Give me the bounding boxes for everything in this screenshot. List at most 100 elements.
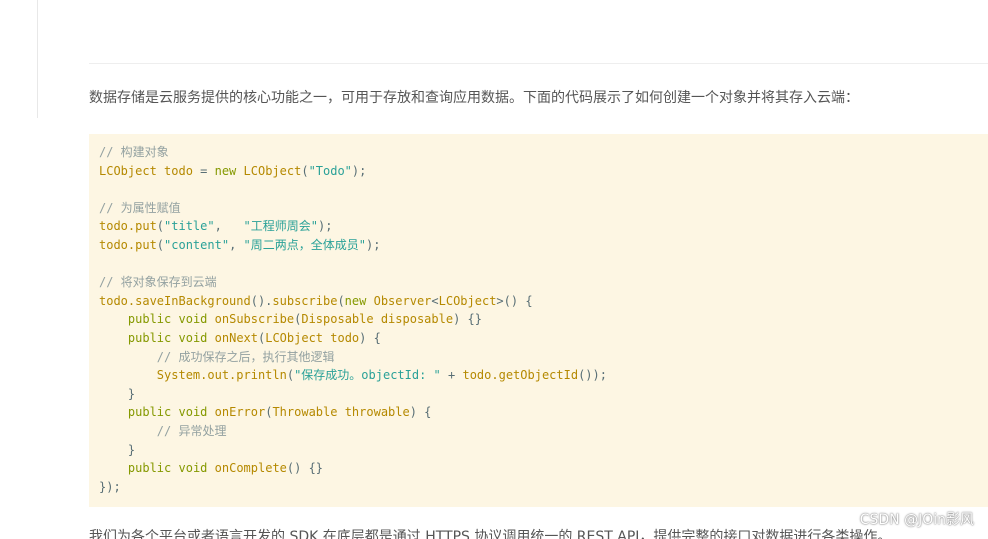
code-token-ident: todo.saveInBackground xyxy=(99,293,251,308)
code-line: todo.saveInBackground().subscribe(new Ob… xyxy=(99,292,978,311)
code-token-keyword: public xyxy=(127,405,172,420)
code-token-plain: < xyxy=(431,293,439,308)
code-token-comment: // 成功保存之后，执行其他逻辑 xyxy=(156,349,335,364)
code-token-comment: // 为属性赋值 xyxy=(99,200,181,215)
code-token-keyword: public xyxy=(127,330,172,345)
code-token-ident: onComplete xyxy=(214,461,287,476)
code-token-plain: ) { xyxy=(359,330,381,345)
code-token-ident: LCObject todo xyxy=(265,330,360,345)
intro-paragraph: 数据存储是云服务提供的核心功能之一，可用于存放和查询应用数据。下面的代码展示了如… xyxy=(89,90,859,106)
section-divider xyxy=(89,63,988,64)
code-token-string: "content" xyxy=(164,237,230,252)
code-token-keyword: public xyxy=(127,461,172,476)
code-token-plain: , xyxy=(214,219,244,234)
code-token-ident: Observer xyxy=(373,293,432,308)
left-divider xyxy=(37,0,38,118)
code-line: public void onComplete() {} xyxy=(99,459,978,478)
code-token-ident: onNext xyxy=(214,330,258,345)
code-token-ident: Disposable disposable xyxy=(301,312,454,327)
code-token-comment: // 将对象保存到云端 xyxy=(99,275,217,290)
code-block[interactable]: // 构建对象 LCObject todo = new LCObject("Tod… xyxy=(89,134,988,507)
code-token-ident: todo.getObjectId xyxy=(462,368,579,383)
code-token-ident: LCObject xyxy=(438,293,497,308)
code-line: public void onError(Throwable throwable)… xyxy=(99,403,978,422)
code-token-plain: + xyxy=(440,368,463,383)
code-token-plain: ( xyxy=(156,219,165,234)
code-token-string: "周二两点，全体成员" xyxy=(243,237,366,252)
code-token-plain: ( xyxy=(286,368,295,383)
code-line: // 将对象保存到云端 xyxy=(99,273,978,292)
code-token-ident: onError xyxy=(214,405,266,420)
code-token-plain: >() { xyxy=(496,293,533,308)
code-token-plain: ); xyxy=(365,237,381,252)
code-line: // 构建对象 xyxy=(99,143,978,162)
code-token-ident: Throwable throwable xyxy=(272,405,410,420)
code-token-string: "title" xyxy=(164,219,215,234)
code-line: LCObject todo = new LCObject("Todo"); xyxy=(99,162,978,181)
code-line: public void onNext(LCObject todo) { xyxy=(99,329,978,348)
code-token-plain: (). xyxy=(250,293,273,308)
code-token-keyword: new xyxy=(344,293,367,308)
code-token-plain: ()); xyxy=(578,368,607,383)
code-line: // 成功保存之后，执行其他逻辑 xyxy=(99,348,978,367)
article-page: 数据存储是云服务提供的核心功能之一，可用于存放和查询应用数据。下面的代码展示了如… xyxy=(0,0,988,539)
next-paragraph: 我们为各个平台或者语言开发的 SDK 在底层都是通过 HTTPS 协议调用统一的… xyxy=(89,529,892,539)
code-token-string: "工程师周会" xyxy=(243,219,318,234)
code-token-plain: ) {} xyxy=(453,312,482,327)
code-token-ident: System.out.println xyxy=(156,368,287,383)
code-token-ident: LCObject xyxy=(243,163,302,178)
code-token-plain: ); xyxy=(351,163,367,178)
code-token-keyword: void xyxy=(178,330,208,345)
code-token-ident: subscribe xyxy=(272,293,338,308)
code-line: // 为属性赋值 xyxy=(99,199,978,218)
code-token-plain: ); xyxy=(317,219,333,234)
code-line: public void onSubscribe(Disposable dispo… xyxy=(99,310,978,329)
code-line: } xyxy=(99,441,978,460)
code-line: // 异常处理 xyxy=(99,422,978,441)
code-line: todo.put("title", "工程师周会"); xyxy=(99,217,978,236)
code-token-plain: ( xyxy=(337,293,345,308)
code-token-keyword: new xyxy=(214,163,237,178)
code-token-plain: }); xyxy=(99,479,121,494)
code-token-plain: = xyxy=(192,163,215,178)
code-line: }); xyxy=(99,478,978,497)
code-token-plain: } xyxy=(99,442,136,457)
code-token-keyword: void xyxy=(178,312,208,327)
code-token-comment: // 异常处理 xyxy=(156,423,227,438)
code-line: todo.put("content", "周二两点，全体成员"); xyxy=(99,236,978,255)
code-token-ident: todo.put xyxy=(99,219,157,234)
code-token-plain: ) { xyxy=(409,405,432,420)
code-token-plain: ( xyxy=(301,163,309,178)
code-token-plain: , xyxy=(229,237,244,252)
code-token-string: "保存成功。objectId: " xyxy=(294,368,441,383)
code-token-comment: // 构建对象 xyxy=(99,145,169,159)
code-token-keyword: void xyxy=(178,405,208,420)
code-token-keyword: public xyxy=(127,312,172,327)
code-token-ident: todo.put xyxy=(99,237,157,252)
code-line: } xyxy=(99,385,978,404)
code-token-plain: () {} xyxy=(286,461,324,476)
csdn-watermark: CSDN @JOin影风 xyxy=(859,512,974,528)
code-token-plain: } xyxy=(99,386,136,401)
code-line: System.out.println("保存成功。objectId: " + t… xyxy=(99,366,978,385)
code-token-string: "Todo" xyxy=(308,163,352,178)
